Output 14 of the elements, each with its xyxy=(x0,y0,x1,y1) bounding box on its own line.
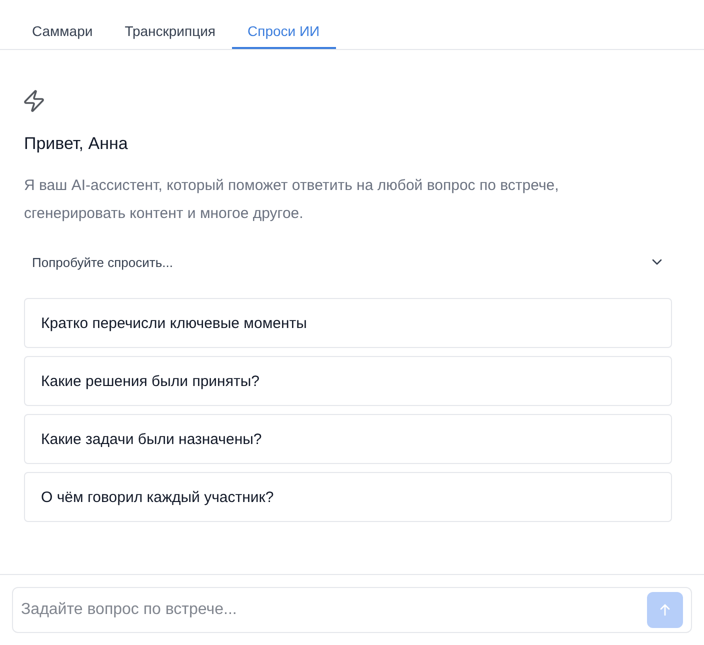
message-input-field[interactable]: Задайте вопрос по встрече... xyxy=(12,587,692,633)
tab[interactable]: Саммари xyxy=(16,0,109,49)
tab[interactable]: Транскрипция xyxy=(108,0,232,49)
suggestion-button[interactable]: Какие задачи были назначены? xyxy=(24,414,672,464)
greeting-heading: Привет, Анна xyxy=(24,133,129,155)
tab[interactable]: Спроси ИИ xyxy=(232,0,336,49)
suggestions-toggle[interactable]: Попробуйте спросить... xyxy=(24,246,672,278)
lightning-icon xyxy=(24,90,44,112)
arrow-up-icon xyxy=(660,604,670,616)
assistant-description: Я ваш AI-ассистент, который поможет ответить на любой вопрос по встрече, сгенерировать контент и многое другое. xyxy=(24,176,560,224)
suggestion-button[interactable]: Кратко перечисли ключевые моменты xyxy=(24,298,672,348)
suggestion-button[interactable]: О чём говорил каждый участник? xyxy=(24,472,672,522)
chevron-down-icon xyxy=(652,259,662,265)
suggestion-button[interactable]: Какие решения были приняты? xyxy=(24,356,672,406)
